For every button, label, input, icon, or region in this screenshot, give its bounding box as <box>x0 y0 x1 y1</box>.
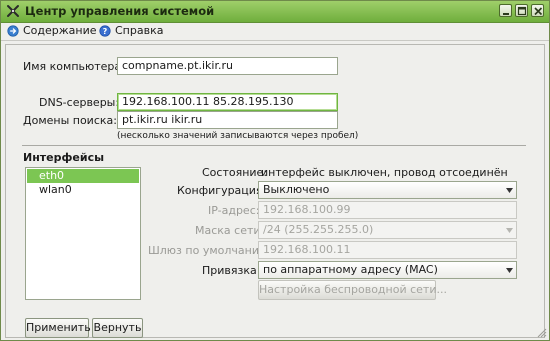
hostname-field[interactable]: compname.pt.ikir.ru <box>117 57 338 75</box>
apply-button[interactable]: Применить <box>25 318 91 338</box>
chevron-down-icon <box>506 188 513 193</box>
menu-contents-label: Содержание <box>23 24 97 37</box>
search-domains-label: Домены поиска: <box>23 114 117 127</box>
list-item[interactable]: wlan0 <box>27 183 139 197</box>
window: Центр управления системой Содержание ? С… <box>0 0 550 341</box>
state-value: интерфейс выключен, провод отсоединён <box>261 166 508 179</box>
dns-label: DNS-серверы: <box>39 96 120 109</box>
search-domains-note: (несколько значений записываются через п… <box>117 131 359 141</box>
ip-field[interactable]: 192.168.100.99 <box>258 201 517 219</box>
menu-bar: Содержание ? Справка <box>1 22 549 40</box>
interfaces-list[interactable]: eth0 wlan0 <box>25 167 141 300</box>
close-icon <box>534 7 543 16</box>
window-title: Центр управления системой <box>25 4 215 18</box>
config-value: Выключено <box>263 183 330 196</box>
help-icon: ? <box>99 25 111 37</box>
menu-contents[interactable]: Содержание <box>7 23 97 39</box>
state-label: Состояние: <box>202 166 268 179</box>
settings-panel: Имя компьютера: compname.pt.ikir.ru DNS-… <box>5 44 545 338</box>
mask-label: Маска сети: <box>195 224 265 237</box>
gateway-field[interactable]: 192.168.100.11 <box>258 241 517 259</box>
minimize-icon <box>503 13 509 15</box>
ip-label: IP-адрес: <box>208 204 260 217</box>
chevron-down-icon <box>506 268 513 273</box>
config-label: Конфигурация: <box>177 184 267 197</box>
maximize-icon <box>517 6 527 16</box>
menu-separator <box>1 40 549 41</box>
dns-field[interactable]: 192.168.100.11 85.28.195.130 <box>117 93 338 111</box>
wireless-settings-button[interactable]: Настройка беспроводной сети... <box>258 280 447 300</box>
tools-icon[interactable] <box>6 4 20 18</box>
hostname-label: Имя компьютера: <box>23 60 125 73</box>
binding-label: Привязка: <box>202 264 261 277</box>
contents-icon <box>7 25 19 37</box>
chevron-down-icon <box>506 228 513 233</box>
section-divider <box>22 145 526 146</box>
search-domains-field[interactable]: pt.ikir.ru ikir.ru <box>117 111 338 129</box>
close-button[interactable] <box>531 4 544 17</box>
mask-select[interactable]: /24 (255.255.255.0) <box>258 221 517 239</box>
title-bar[interactable]: Центр управления системой <box>1 1 549 23</box>
minimize-button[interactable] <box>499 4 512 17</box>
gateway-label: Шлюз по умолчанию: <box>148 244 272 257</box>
menu-help[interactable]: ? Справка <box>99 23 163 39</box>
config-select[interactable]: Выключено <box>258 181 517 199</box>
resize-grip-icon[interactable] <box>537 328 547 338</box>
menu-help-label: Справка <box>115 24 164 37</box>
binding-select[interactable]: по аппаратному адресу (MAC) <box>258 261 517 279</box>
interfaces-title: Интерфейсы <box>23 151 105 164</box>
list-item[interactable]: eth0 <box>27 169 139 183</box>
maximize-button[interactable] <box>515 4 528 17</box>
svg-text:?: ? <box>103 27 108 36</box>
mask-value: /24 (255.255.255.0) <box>263 223 374 236</box>
revert-button[interactable]: Вернуть <box>92 318 143 338</box>
binding-value: по аппаратному адресу (MAC) <box>263 263 438 276</box>
